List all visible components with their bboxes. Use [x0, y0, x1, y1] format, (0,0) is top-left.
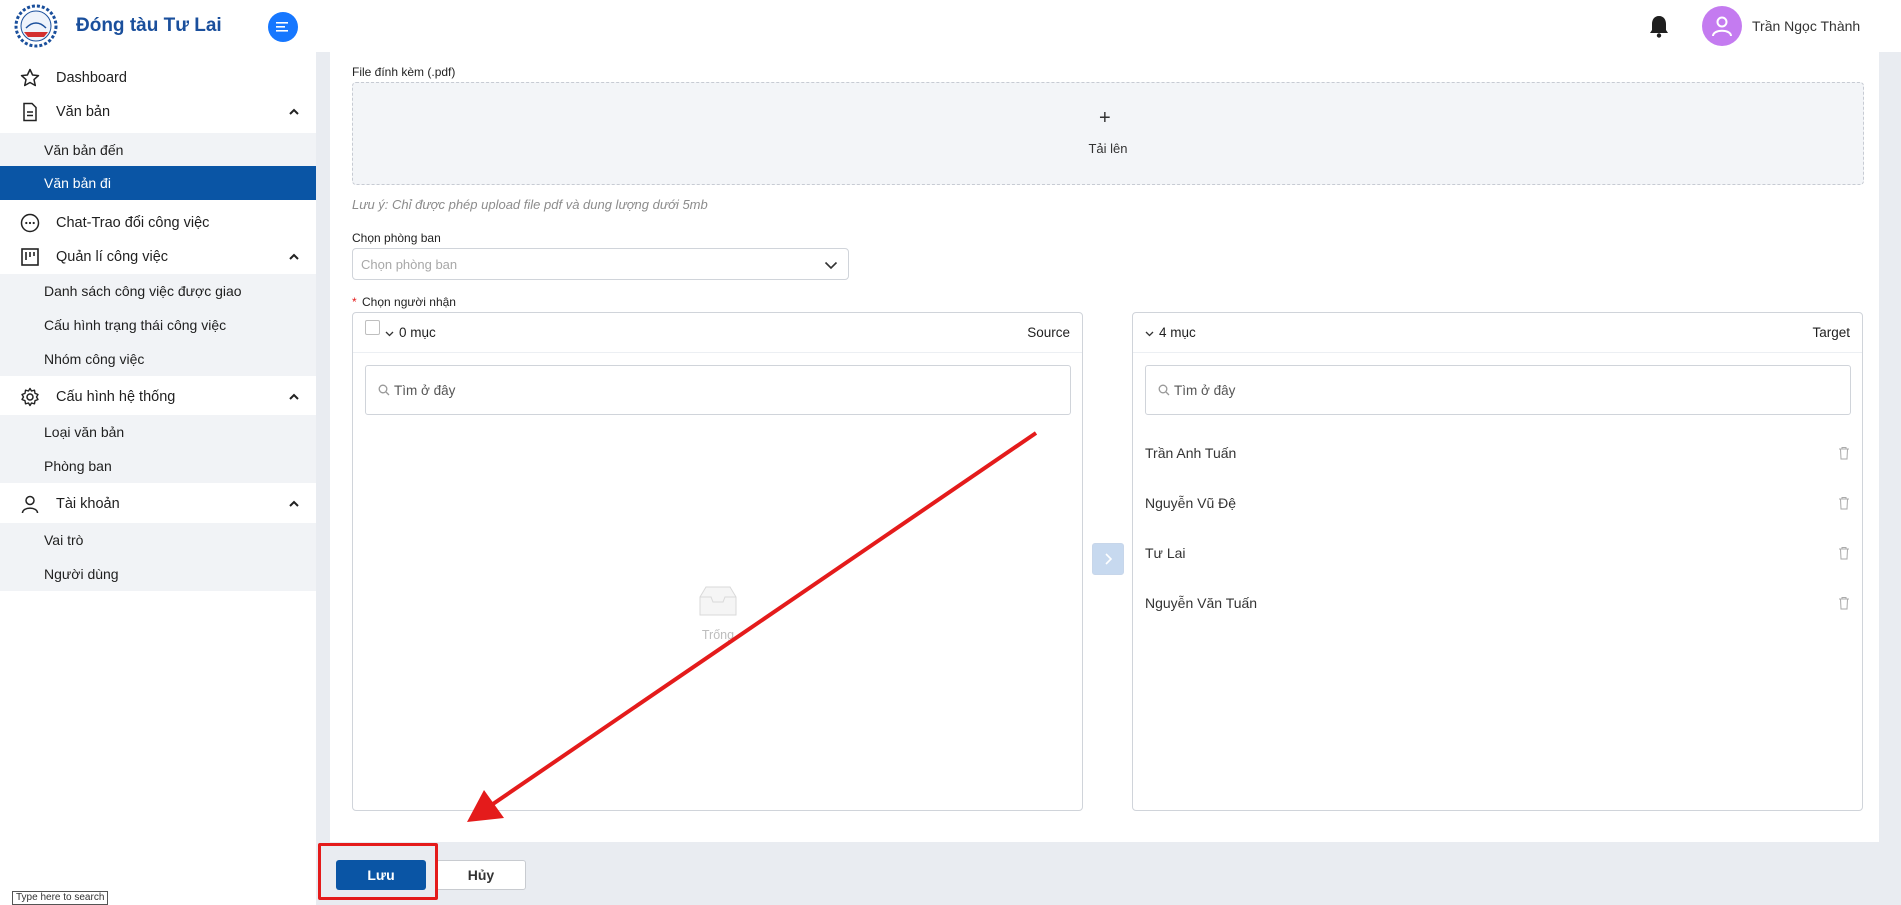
chevron-down-icon[interactable] [385, 329, 394, 338]
chevron-up-icon [289, 393, 299, 400]
sidebar-item-van-ban[interactable]: Văn bản [0, 100, 316, 124]
gear-icon [21, 387, 39, 407]
sidebar-item-nguoi-dung[interactable]: Người dùng [0, 557, 316, 591]
menu-icon [276, 22, 288, 32]
source-search[interactable] [365, 365, 1071, 415]
sidebar-item-tai-khoan[interactable]: Tài khoản [0, 489, 316, 519]
list-item[interactable]: Tư Lai [1145, 545, 1186, 561]
sidebar-item-dashboard[interactable]: Dashboard [0, 66, 316, 90]
empty-text: Trống [701, 628, 735, 642]
dept-placeholder: Chọn phòng ban [361, 257, 458, 272]
chevron-up-icon [289, 108, 299, 115]
bell-icon[interactable] [1648, 14, 1670, 38]
sidebar: Dashboard Văn bản Văn bản đến Văn bản đi… [0, 52, 316, 905]
user-icon [1712, 16, 1732, 37]
required-mark: * [352, 295, 357, 309]
chat-icon [20, 213, 40, 233]
upload-note: Lưu ý: Chỉ được phép upload file pdf và … [352, 197, 708, 212]
upload-label: Tải lên [1088, 141, 1128, 156]
sidebar-item-van-ban-di[interactable]: Văn bản đi [0, 166, 316, 200]
company-logo [14, 4, 58, 48]
target-search-input[interactable] [1174, 380, 1774, 400]
sidebar-item-van-ban-den[interactable]: Văn bản đến [0, 133, 316, 166]
top-header: Đóng tàu Tư Lai Trần Ngọc Thành [0, 0, 1901, 52]
sidebar-item-phong-ban[interactable]: Phòng ban [0, 449, 316, 483]
recipient-label: Chọn người nhận [362, 295, 456, 309]
taskbar-search-hint: Type here to search [12, 891, 109, 905]
cancel-button[interactable]: Hủy [436, 860, 526, 890]
chevron-down-icon[interactable] [1145, 329, 1154, 338]
list-item[interactable]: Nguyễn Văn Tuấn [1145, 595, 1257, 611]
move-right-button[interactable] [1092, 543, 1124, 575]
search-icon [1158, 384, 1170, 396]
list-item[interactable]: Trần Anh Tuấn [1145, 445, 1236, 461]
sidebar-item-cau-hinh-ht[interactable]: Cấu hình hệ thống [0, 382, 316, 412]
save-button[interactable]: Lưu [336, 860, 426, 890]
chevron-right-icon [1105, 553, 1113, 565]
avatar[interactable] [1702, 6, 1742, 46]
list-item[interactable]: Nguyễn Vũ Đệ [1145, 495, 1236, 511]
source-empty: Trống [683, 583, 753, 642]
user-icon [21, 495, 39, 514]
source-title: Source [1027, 325, 1070, 340]
sidebar-item-quan-li[interactable]: Quản lí công việc [0, 242, 316, 272]
search-icon [378, 384, 390, 396]
source-search-input[interactable] [394, 380, 994, 400]
file-label: File đính kèm (.pdf) [352, 65, 456, 79]
sidebar-item-nhom-cv[interactable]: Nhóm công việc [0, 342, 316, 376]
dept-label: Chọn phòng ban [352, 231, 441, 245]
brand-name: Đóng tàu Tư Lai [76, 15, 222, 36]
plus-icon: + [1099, 107, 1111, 129]
menu-toggle-button[interactable] [268, 12, 298, 42]
inbox-icon [699, 586, 737, 616]
sidebar-item-danh-sach-cv[interactable]: Danh sách công việc được giao [0, 274, 316, 308]
sidebar-item-loai-van-ban[interactable]: Loại văn bản [0, 415, 316, 449]
sidebar-item-cau-hinh-tt[interactable]: Cấu hình trạng thái công việc [0, 308, 316, 342]
transfer-source: 0 mục Source Trống [352, 312, 1083, 811]
trash-icon[interactable] [1838, 496, 1850, 510]
target-title: Target [1812, 325, 1850, 340]
board-icon [21, 248, 39, 266]
source-select-all-checkbox[interactable] [365, 320, 380, 335]
transfer-target: 4 mục Target Trần Anh Tuấn Nguyễn Vũ Đệ … [1132, 312, 1863, 811]
chevron-up-icon [289, 500, 299, 507]
chevron-up-icon [289, 253, 299, 260]
user-name[interactable]: Trần Ngọc Thành [1752, 18, 1860, 34]
trash-icon[interactable] [1838, 446, 1850, 460]
dept-select[interactable]: Chọn phòng ban [352, 248, 849, 280]
source-count: 0 mục [399, 325, 436, 340]
document-icon [23, 102, 37, 122]
trash-icon[interactable] [1838, 546, 1850, 560]
sidebar-item-chat[interactable]: Chat-Trao đổi công việc [0, 208, 316, 238]
sidebar-item-vai-tro[interactable]: Vai trò [0, 523, 316, 557]
target-count: 4 mục [1159, 325, 1196, 340]
upload-dropzone[interactable]: + Tải lên [352, 82, 1864, 185]
target-search[interactable] [1145, 365, 1851, 415]
trash-icon[interactable] [1838, 596, 1850, 610]
chevron-down-icon [824, 261, 838, 270]
source-header: 0 mục Source [353, 313, 1082, 353]
target-header: 4 mục Target [1133, 313, 1862, 353]
star-icon [20, 68, 40, 87]
